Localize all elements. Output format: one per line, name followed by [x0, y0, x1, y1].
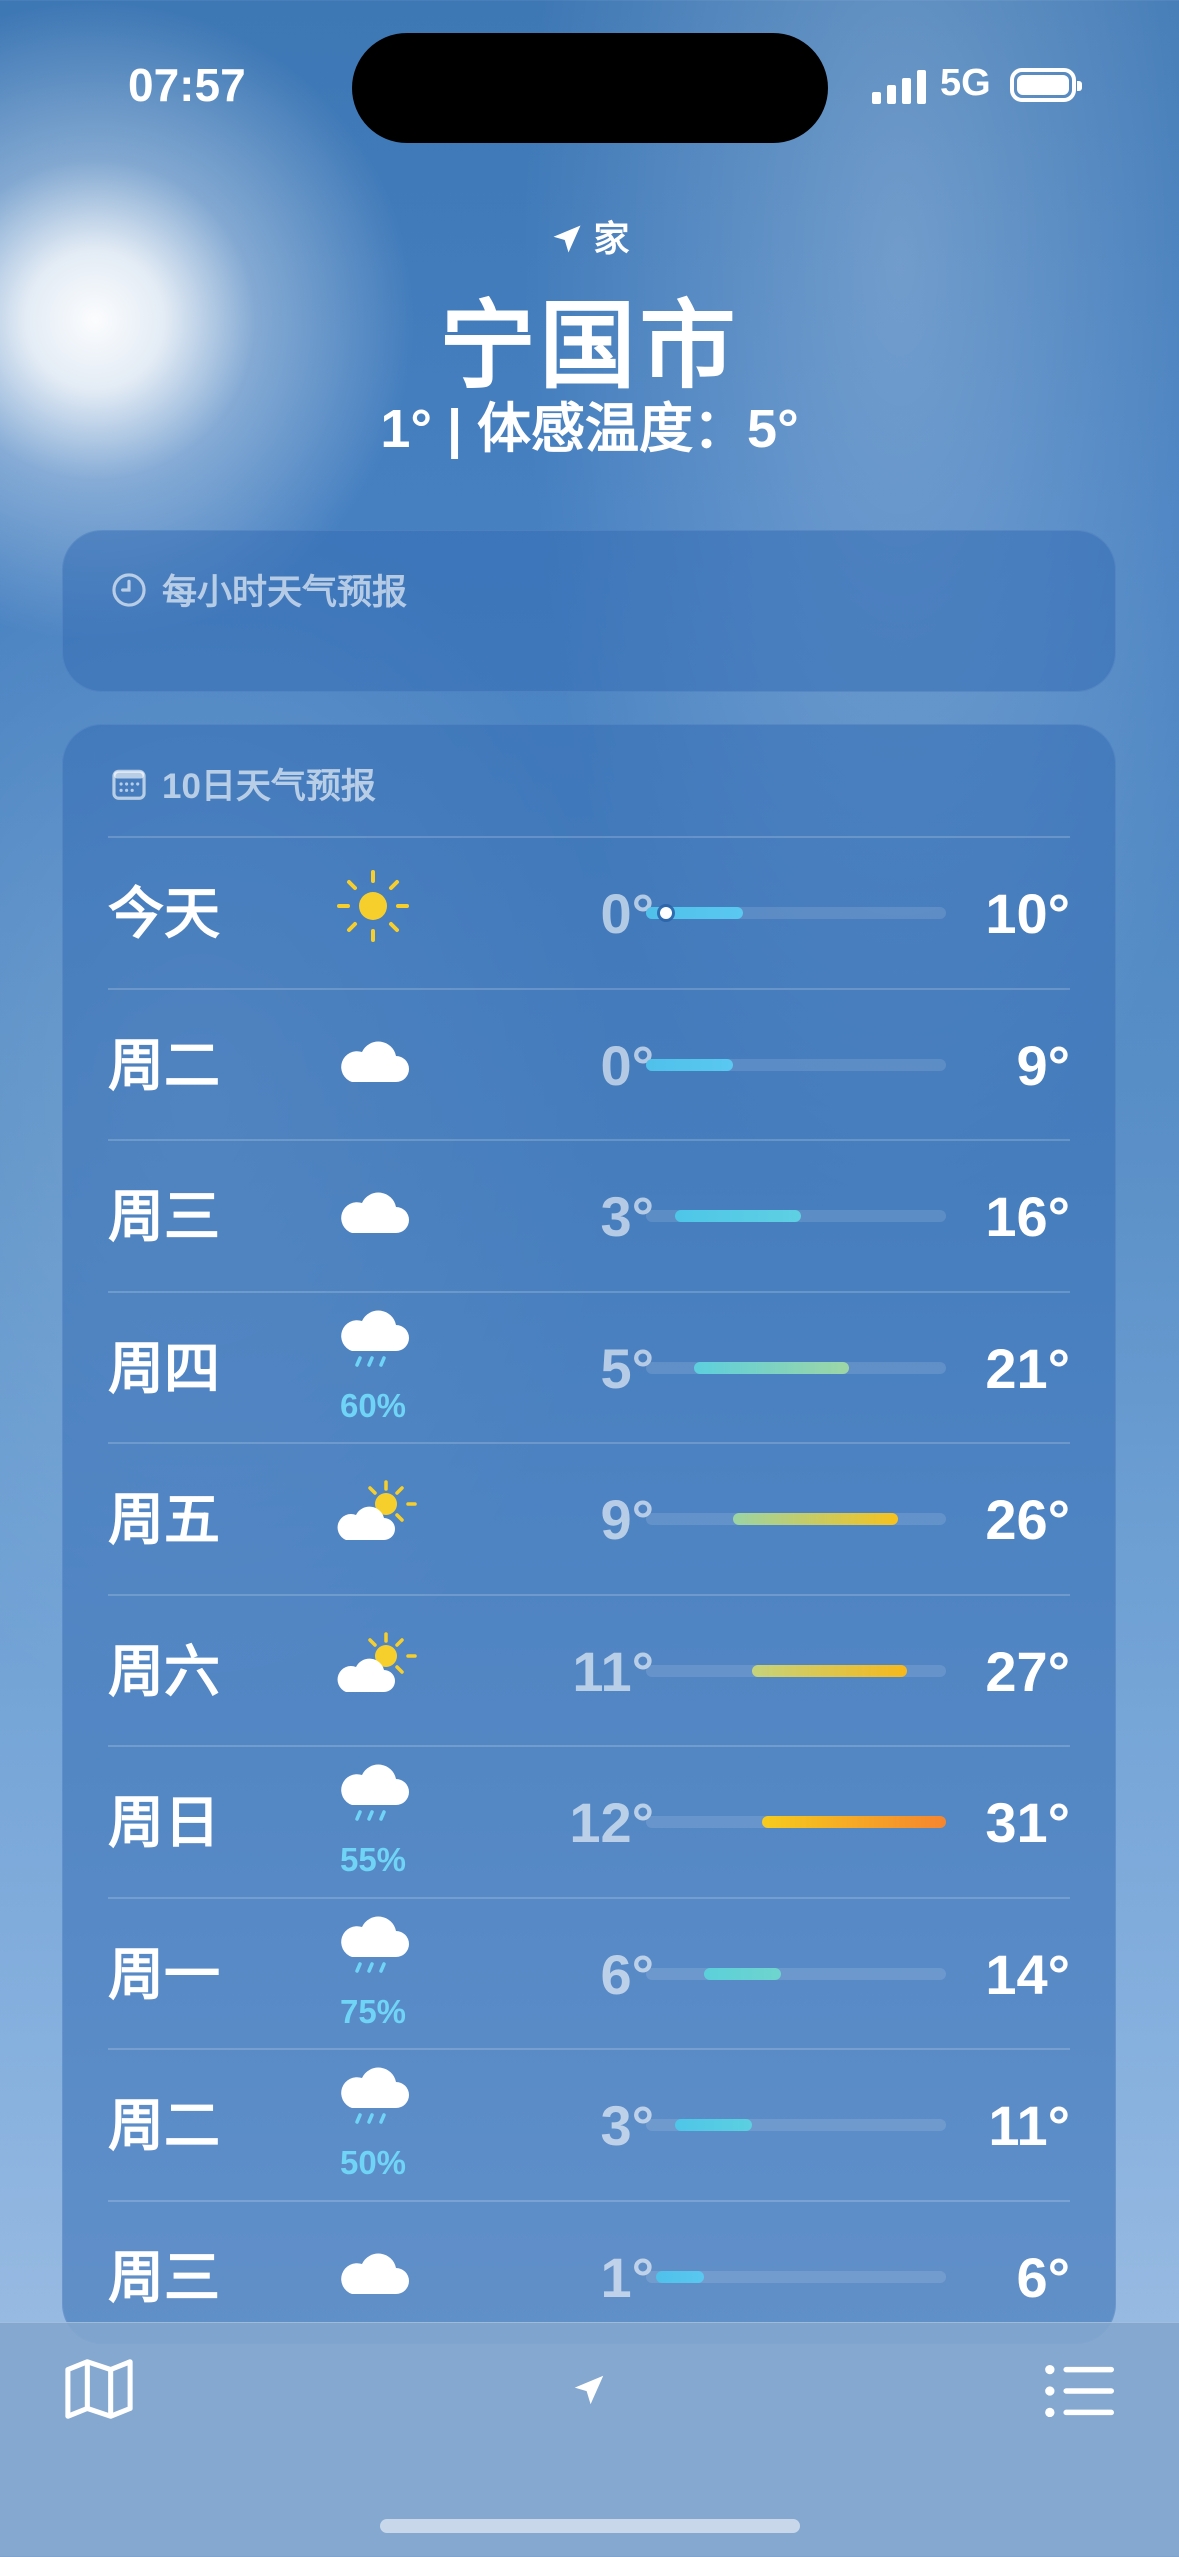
temperature-range-bar [646, 2270, 946, 2283]
list-icon [1045, 2364, 1114, 2418]
precipitation-chance: 75% [339, 1992, 407, 2030]
temperature-range-bar [646, 1210, 946, 1222]
partly-cloudy-icon [328, 1474, 418, 1550]
cellular-signal-icon [872, 70, 926, 104]
temperature-range-fill [762, 1816, 946, 1828]
forecast-day: 周日 [108, 1791, 220, 1854]
high-temperature: 11° [988, 2094, 1070, 2157]
forecast-day: 周一 [108, 1942, 220, 2006]
temperature-range-fill [655, 2270, 705, 2283]
forecast-day: 周三 [108, 1185, 220, 1248]
temperature-range-bar [646, 907, 946, 919]
forecast-row[interactable]: 周二 0° 9° [108, 987, 1070, 1141]
low-temperature: 3° [600, 1185, 654, 1248]
temperature-range-bar [646, 1058, 946, 1071]
clock-icon [112, 572, 146, 607]
high-temperature: 9° [1016, 1033, 1070, 1097]
precipitation-chance: 60% [339, 1386, 407, 1424]
location-arrow-icon [574, 2375, 604, 2405]
battery-icon [1010, 68, 1082, 102]
partly-cloudy-icon [328, 1626, 418, 1702]
low-temperature: 0° [600, 882, 654, 945]
calendar-icon [112, 769, 146, 800]
low-temperature: 6° [600, 1942, 654, 2006]
dynamic-island [352, 33, 828, 143]
forecast-day: 周二 [108, 1033, 220, 1097]
ten-day-forecast-header: 10日天气预报 [110, 758, 376, 809]
cloud-icon [328, 1020, 418, 1096]
forecast-row[interactable]: 周日 55% 12° 31° [108, 1745, 1070, 1898]
temperature-range-bar [646, 1513, 946, 1525]
home-indicator[interactable] [380, 2519, 800, 2533]
ten-day-forecast-card[interactable]: 10日天气预报 今天 0° 10° 周二 0° 9° 周三 3° 16° 周四 60% 5° 21° 周五… [62, 724, 1116, 2344]
high-temperature: 27° [985, 1639, 1070, 1703]
forecast-row[interactable]: 周三 3° 16° [108, 1139, 1070, 1292]
temperature-range-fill [675, 2119, 753, 2131]
forecast-row[interactable]: 周六 11° 27° [108, 1593, 1070, 1747]
temperature-range-bar [646, 1361, 946, 1374]
temperature-range-bar [646, 1664, 946, 1677]
high-temperature: 10° [985, 882, 1070, 945]
bottom-toolbar [0, 2322, 1179, 2557]
high-temperature: 16° [985, 1185, 1070, 1248]
high-temperature: 21° [985, 1336, 1070, 1400]
current-temperature: 1° | 体感温度：5° [380, 399, 799, 459]
city-list-button[interactable] [1044, 2363, 1114, 2424]
forecast-day: 周五 [108, 1488, 220, 1551]
temperature-range-fill [752, 1664, 908, 1677]
temperature-range-fill [733, 1513, 898, 1525]
forecast-row[interactable]: 周一 75% 6° 14° [108, 1896, 1070, 2050]
precipitation-chance: 50% [339, 2144, 407, 2181]
temperature-range-bar [646, 1967, 946, 1980]
forecast-day: 周六 [108, 1639, 220, 1703]
high-temperature: 26° [985, 1488, 1070, 1551]
low-temperature: 0° [600, 1033, 654, 1097]
temperature-range-bar [646, 2119, 946, 2131]
forecast-row[interactable]: 周四 60% 5° 21° [108, 1290, 1070, 1444]
current-location-button[interactable] [570, 2371, 608, 2414]
low-temperature: 5° [600, 1336, 654, 1400]
temperature-range-bar [646, 1816, 946, 1828]
temperature-range-fill [675, 1210, 801, 1222]
cloud-icon [328, 2232, 418, 2308]
precipitation-chance: 55% [339, 1841, 407, 1878]
forecast-row[interactable]: 周二 50% 3° 11° [108, 2048, 1070, 2201]
low-temperature: 12° [569, 1791, 654, 1854]
hourly-forecast-title: 每小时天气预报 [162, 573, 408, 612]
network-type: 5G [940, 62, 991, 104]
forecast-day: 周二 [108, 2094, 220, 2157]
forecast-row[interactable]: 周五 9° 26° [108, 1442, 1070, 1595]
low-temperature: 11° [572, 1639, 654, 1703]
cloud-icon [328, 1171, 418, 1247]
temperature-range-fill [694, 1361, 850, 1374]
low-temperature: 3° [600, 2094, 654, 2157]
sun-icon [328, 868, 418, 944]
status-time: 07:57 [128, 59, 246, 111]
map-icon [65, 2359, 133, 2419]
location-name: 家 [593, 218, 630, 259]
low-temperature: 9° [600, 1488, 654, 1551]
forecast-day: 周四 [108, 1336, 220, 1400]
temperature-range-fill [646, 1058, 734, 1071]
temperature-range-fill [704, 1967, 782, 1980]
location-arrow-icon [553, 225, 581, 253]
hourly-forecast-header: 每小时天气预报 [110, 564, 407, 615]
high-temperature: 31° [985, 1791, 1070, 1854]
forecast-row[interactable]: 今天 0° 10° [108, 836, 1070, 989]
hourly-forecast-card[interactable]: 每小时天气预报 [62, 530, 1116, 692]
ten-day-forecast-title: 10日天气预报 [162, 767, 376, 806]
current-temperature-dot [659, 907, 672, 919]
location-label: 家 [0, 210, 1179, 262]
high-temperature: 14° [985, 1942, 1070, 2006]
forecast-day: 今天 [108, 882, 220, 945]
map-button[interactable] [64, 2357, 134, 2426]
